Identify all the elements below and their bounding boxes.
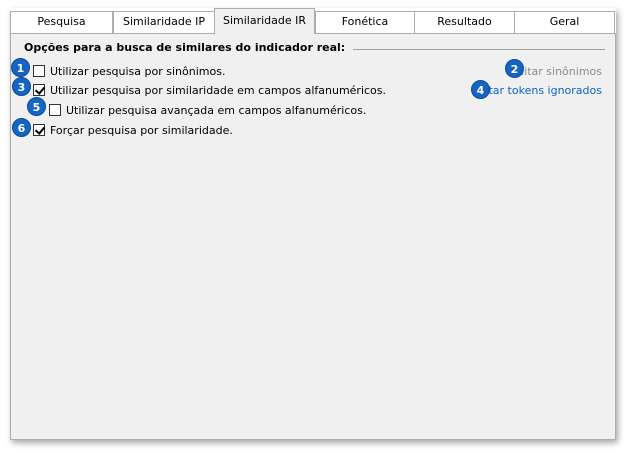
callout-badge-2: 2 xyxy=(505,59,524,78)
callout-badge-4: 4 xyxy=(471,80,490,99)
callout-badge-1: 1 xyxy=(11,58,30,77)
callout-badge-5: 5 xyxy=(27,97,46,116)
tab-similaridade-ir[interactable]: Similaridade IR xyxy=(214,8,315,34)
checkbox-similaridade-alfanumericos[interactable] xyxy=(33,84,45,96)
option-similaridade-alfanumericos-label: Utilizar pesquisa por similaridade em ca… xyxy=(50,83,387,97)
tab-fonetica[interactable]: Fonética xyxy=(315,11,415,33)
tab-similaridade-ip[interactable]: Similaridade IP xyxy=(113,11,215,33)
tab-pesquisa[interactable]: Pesquisa xyxy=(10,11,113,33)
link-editar-sinonimos[interactable]: Editar sinônimos xyxy=(510,65,602,78)
option-forcar-similaridade-label: Forçar pesquisa por similaridade. xyxy=(50,123,233,137)
tab-geral[interactable]: Geral xyxy=(514,11,615,33)
checkbox-pesquisa-avancada[interactable] xyxy=(49,104,61,116)
tab-bar: Pesquisa Similaridade IP Similaridade IR… xyxy=(10,8,616,34)
option-pesquisa-avancada[interactable]: Utilizar pesquisa avançada em campos alf… xyxy=(49,103,366,117)
option-pesquisa-avancada-label: Utilizar pesquisa avançada em campos alf… xyxy=(66,103,367,117)
options-window: Pesquisa Similaridade IP Similaridade IR… xyxy=(10,8,616,440)
group-separator xyxy=(323,49,605,50)
option-similaridade-alfanumericos[interactable]: Utilizar pesquisa por similaridade em ca… xyxy=(33,83,386,97)
option-sinonimos-label: Utilizar pesquisa por sinônimos. xyxy=(50,64,226,78)
group-title: Opções para a busca de similares do indi… xyxy=(24,41,354,54)
callout-badge-6: 6 xyxy=(12,118,31,137)
tab-panel-similaridade-ir: Opções para a busca de similares do indi… xyxy=(10,33,616,440)
tab-resultado[interactable]: Resultado xyxy=(414,11,515,33)
option-forcar-similaridade[interactable]: Forçar pesquisa por similaridade. xyxy=(33,123,233,137)
callout-badge-3: 3 xyxy=(12,77,31,96)
checkbox-forcar-similaridade[interactable] xyxy=(33,124,45,136)
option-sinonimos[interactable]: Utilizar pesquisa por sinônimos. xyxy=(33,64,225,78)
checkbox-sinonimos[interactable] xyxy=(33,65,45,77)
link-editar-tokens-ignorados[interactable]: Editar tokens ignorados xyxy=(472,84,603,97)
